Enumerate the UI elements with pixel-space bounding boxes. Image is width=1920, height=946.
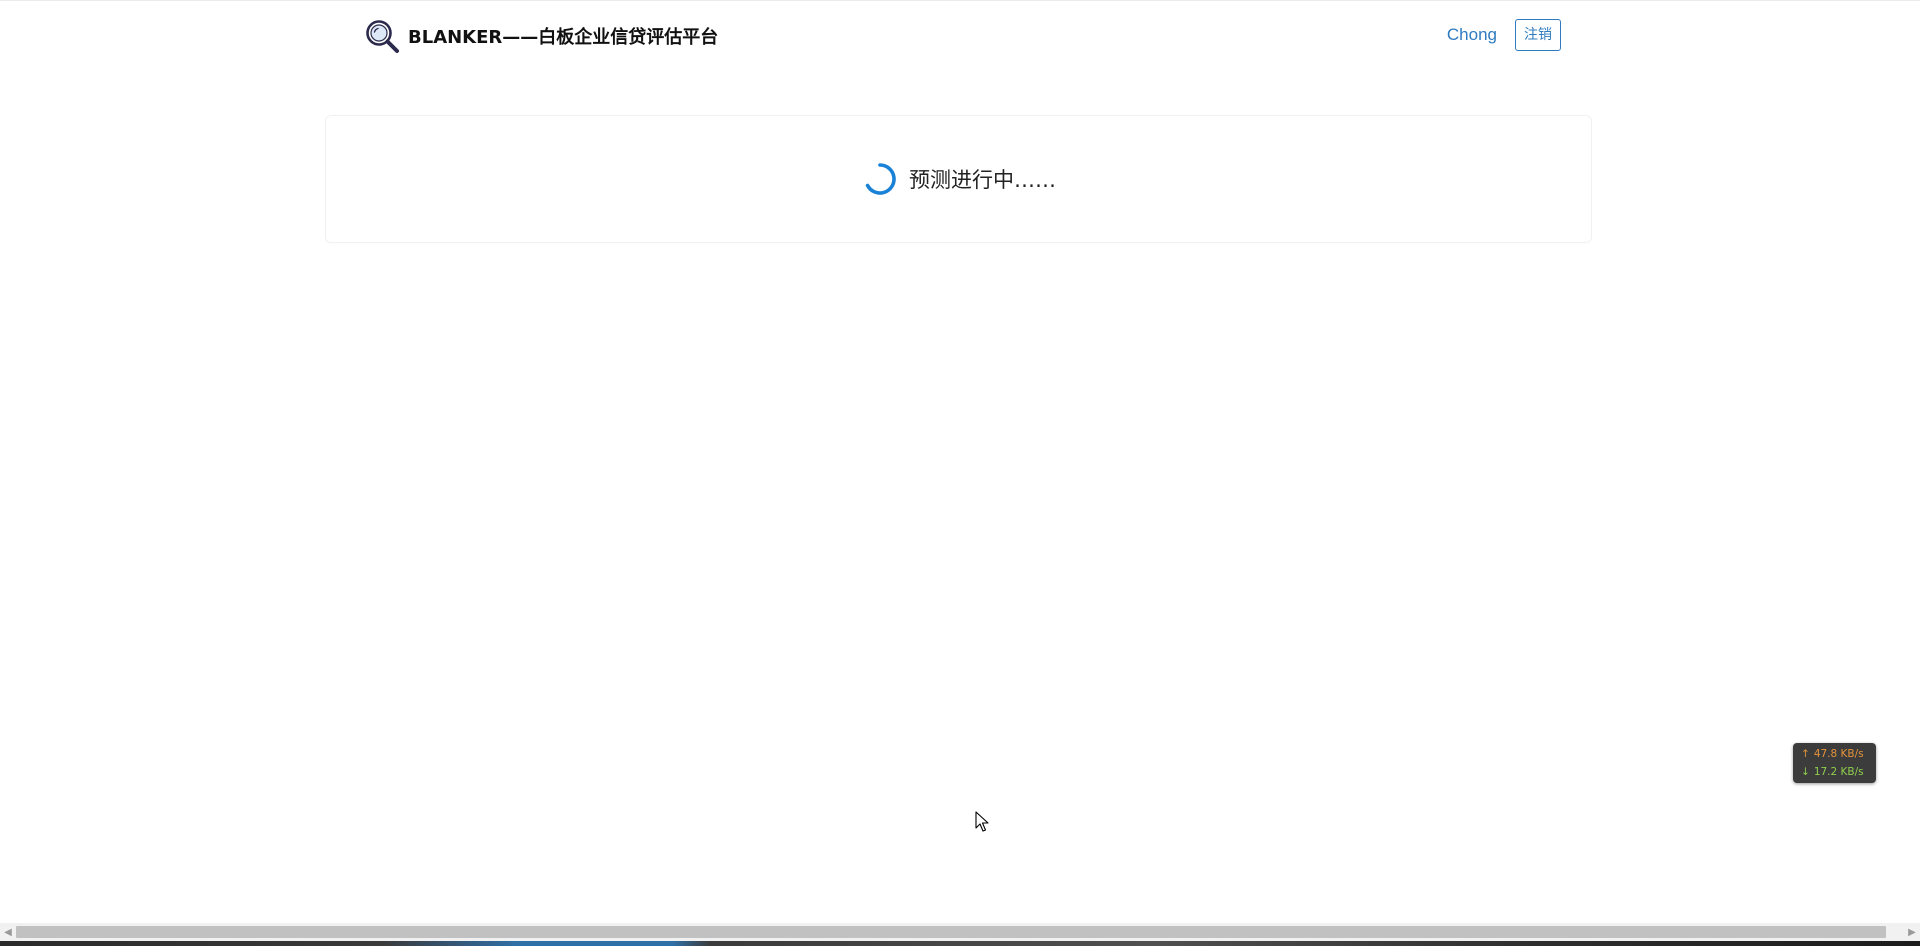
nav-right: Chong 注销 bbox=[1447, 19, 1561, 51]
horizontal-scrollbar[interactable]: ◀ ▶ bbox=[0, 923, 1920, 941]
username-link[interactable]: Chong bbox=[1447, 25, 1497, 45]
scrollbar-thumb[interactable] bbox=[16, 926, 1886, 938]
download-speed: 17.2 KB/s bbox=[1813, 766, 1864, 778]
scroll-right-icon[interactable]: ▶ bbox=[1904, 923, 1920, 941]
magnifier-logo-icon bbox=[366, 20, 399, 53]
prediction-status-card: 预测进行中…… bbox=[325, 115, 1592, 243]
page: BLANKER——白板企业信贷评估平台 Chong 注销 预测进行中…… ↑ 4… bbox=[0, 0, 1920, 946]
logout-button[interactable]: 注销 bbox=[1515, 19, 1561, 51]
navbar: BLANKER——白板企业信贷评估平台 Chong 注销 bbox=[0, 1, 1920, 71]
loading-spinner-icon bbox=[865, 163, 896, 195]
status-text: 预测进行中…… bbox=[909, 168, 1056, 192]
scroll-left-icon[interactable]: ◀ bbox=[0, 923, 16, 941]
taskbar-strip bbox=[0, 941, 1920, 946]
arrow-down-icon: ↓ bbox=[1801, 766, 1810, 778]
status-row: 预测进行中…… bbox=[326, 160, 1591, 198]
network-speed-widget[interactable]: ↑ 47.8 KB/s ↓ 17.2 KB/s bbox=[1793, 743, 1876, 783]
brand-title: BLANKER——白板企业信贷评估平台 bbox=[408, 27, 719, 48]
arrow-up-icon: ↑ bbox=[1801, 748, 1810, 760]
mouse-cursor-icon bbox=[975, 811, 989, 832]
upload-speed: 47.8 KB/s bbox=[1813, 748, 1864, 760]
download-row: ↓ 17.2 KB/s bbox=[1793, 763, 1876, 781]
brand[interactable]: BLANKER——白板企业信贷评估平台 bbox=[364, 18, 718, 54]
upload-row: ↑ 47.8 KB/s bbox=[1793, 745, 1876, 763]
